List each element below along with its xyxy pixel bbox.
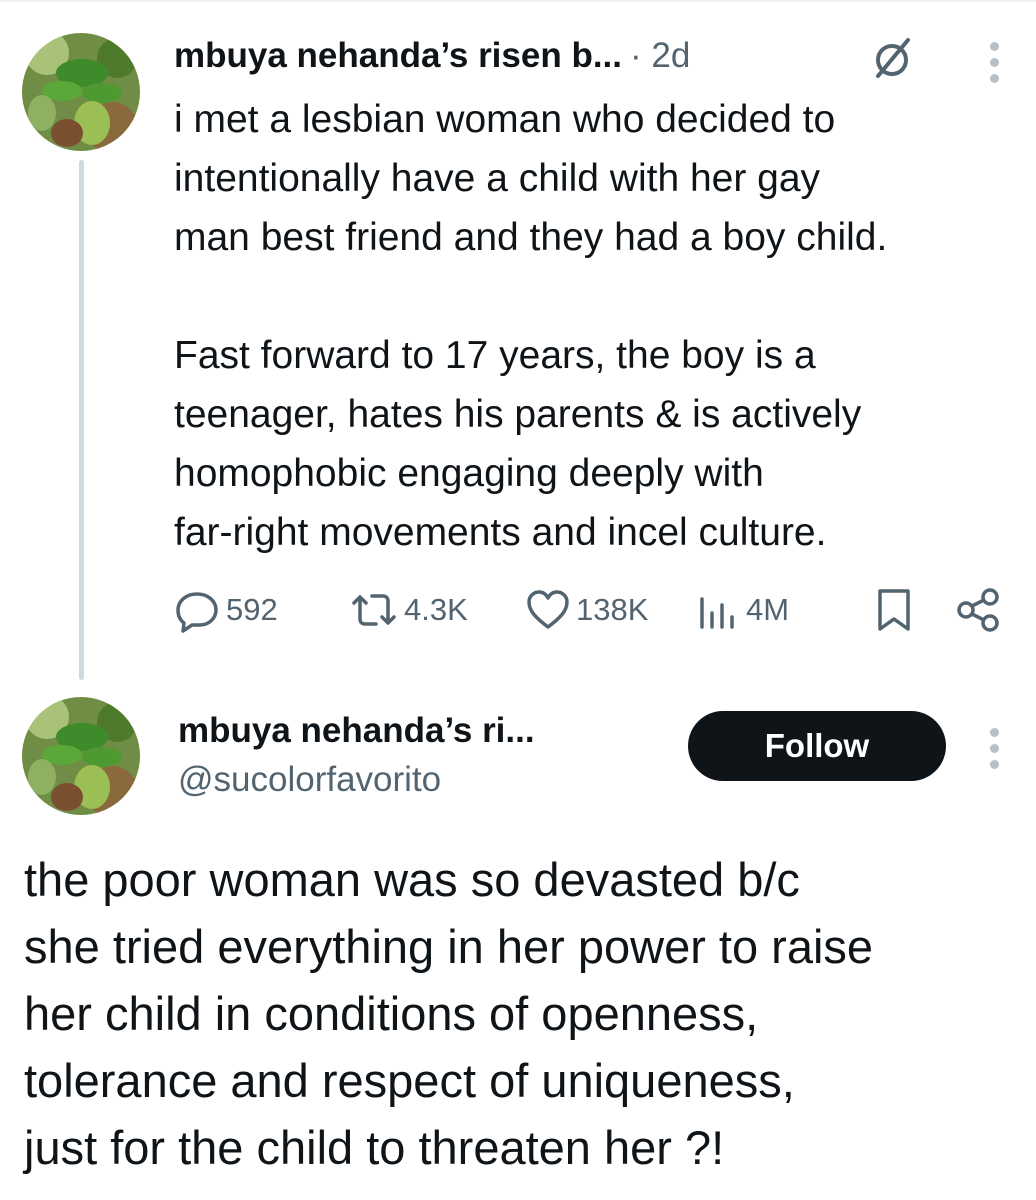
parent-avatar[interactable] [22,33,140,151]
main-avatar[interactable] [22,697,140,815]
reply-button[interactable]: 592 [172,580,278,640]
like-count: 138K [576,592,649,627]
grok-icon[interactable] [870,36,914,80]
share-icon [957,588,999,632]
top-divider [0,0,1036,2]
views-count: 4M [746,592,790,627]
like-button[interactable]: 138K [524,580,648,640]
main-more-icon[interactable] [984,728,1004,769]
repost-count: 4.3K [404,592,468,627]
bookmark-icon [878,589,910,631]
parent-tweet-text: i met a lesbian woman who decided to int… [174,98,888,554]
parent-header: mbuya nehanda’s risen b... · 2d [174,30,690,82]
parent-timestamp[interactable]: · 2d [630,30,690,82]
heart-icon [527,590,569,629]
repost-button[interactable]: 4.3K [348,580,468,640]
views-icon [700,597,734,629]
parent-more-icon[interactable] [984,42,1004,83]
repost-icon [352,594,396,626]
bookmark-button[interactable] [872,580,916,640]
views-button[interactable]: 4M [692,580,789,640]
reply-icon [176,592,218,633]
parent-author-name[interactable]: mbuya nehanda’s risen b... [174,30,622,82]
thread-connector [79,160,84,680]
action-bar: 592 4.3K 138K 4M [172,580,1002,640]
main-tweet-text: the poor woman was so devasted b/c she t… [24,853,874,1174]
reply-count: 592 [226,592,278,627]
follow-button[interactable]: Follow [688,711,946,781]
main-author-handle[interactable]: @sucolorfavorito [178,755,441,805]
main-author-name[interactable]: mbuya nehanda’s ri... [178,706,535,756]
share-button[interactable] [954,580,1002,640]
